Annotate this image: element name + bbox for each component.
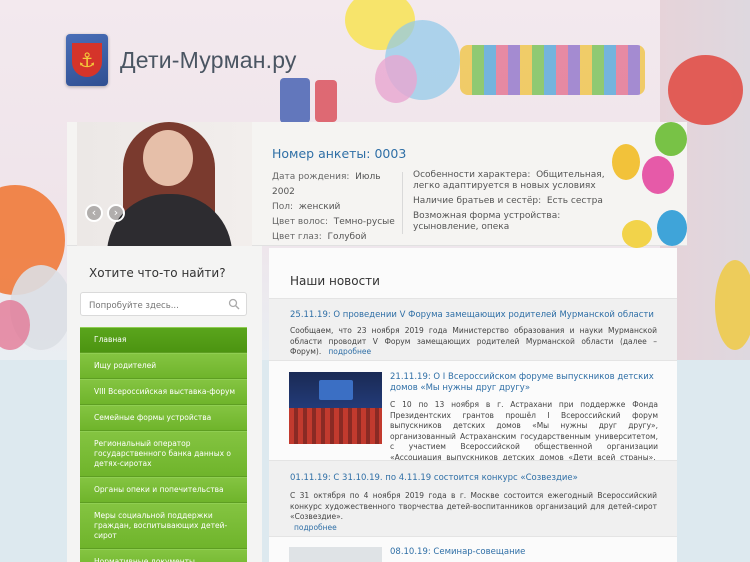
news-thumbnail[interactable] [289,372,382,444]
menu-item-looking-for-parents[interactable]: Ищу родителей [80,353,247,379]
profile-field: Цвет глаз: Голубой [272,232,367,242]
news-item: 25.11.19: О проведении V Форума замещающ… [269,298,677,360]
profile-number-title[interactable]: Номер анкеты: 0003 [272,146,406,161]
balloon-decoration [655,122,687,156]
main-menu: Главная Ищу родителей VIII Всероссийская… [80,327,247,562]
search-title: Хотите что-то найти? [89,266,226,280]
menu-item-main[interactable]: Главная [80,327,247,353]
profile-field: Наличие братьев и сестёр: Есть сестра [413,196,603,206]
chevron-left-icon[interactable]: ‹ [85,204,103,222]
news-link[interactable]: 25.11.19: О проведении V Форума замещающ… [290,310,657,321]
site-title[interactable]: Дети-Мурман.ру [120,47,297,74]
balloon-decoration [375,55,417,103]
profile-field: Дата рождения: Июль 2002 [272,172,381,197]
news-link[interactable]: 01.11.19: С 31.10.19. по 4.11.19 состоит… [290,473,657,484]
news-item: 01.11.19: С 31.10.19. по 4.11.19 состоит… [269,460,677,536]
balloon-decoration [642,156,674,194]
toy-decoration [315,80,337,122]
menu-item-regulations[interactable]: Нормативные документы [80,549,247,562]
news-thumbnail[interactable] [289,547,382,562]
search-icon[interactable] [228,298,240,310]
more-link[interactable]: подробнее [290,523,337,532]
profile-field: Особенности характера: Общительная, легк… [413,170,605,191]
news-section: Наши новости 25.11.19: О проведении V Фо… [269,248,677,562]
more-link[interactable]: подробнее [328,347,371,356]
chevron-right-icon[interactable]: › [107,204,125,222]
news-item: 21.11.19: О I Всероссийском форуме выпус… [269,360,677,472]
profile-field: Цвет волос: Темно-русые [272,217,395,227]
balloon-decoration [612,144,640,180]
balloon-decoration [715,260,750,350]
balloon-decoration [668,55,743,125]
search-box [80,292,247,317]
menu-item-guardianship-bodies[interactable]: Органы опеки и попечительства [80,477,247,503]
profile-field: Пол: женский [272,202,341,212]
news-link[interactable]: 08.10.19: Семинар-совещание [390,547,658,558]
news-link[interactable]: 21.11.19: О I Всероссийском форуме выпус… [390,372,658,394]
toy-decoration [460,45,645,95]
column-divider [402,172,403,234]
news-item: 08.10.19: Семинар-совещание [269,536,677,562]
menu-item-social-support[interactable]: Меры социальной поддержки граждан, воспи… [80,503,247,549]
menu-item-exhibition-forum[interactable]: VIII Всероссийская выставка-форум [80,379,247,405]
news-text: С 31 октября по 4 ноября 2019 года в г. … [290,491,657,532]
profile-field: Возможная форма устройства: усыновление,… [413,211,561,232]
coat-of-arms-icon: ⚓ [66,34,108,86]
site-logo[interactable]: ⚓ Дети-Мурман.ру [66,34,297,86]
profile-details-right: Особенности характера: Общительная, легк… [413,170,613,237]
balloon-decoration [622,220,652,248]
news-title: Наши новости [290,274,380,288]
menu-item-family-forms[interactable]: Семейные формы устройства [80,405,247,431]
balloon-decoration [657,210,687,246]
profile-details-left: Дата рождения: Июль 2002 Пол: женский Цв… [272,170,402,245]
news-text: Сообщаем, что 23 ноября 2019 года Минист… [290,326,657,356]
menu-item-regional-operator[interactable]: Региональный оператор государственного б… [80,431,247,477]
profile-banner: ‹ › Номер анкеты: 0003 Дата рождения: Ию… [67,122,687,248]
child-photo [77,122,252,246]
search-input[interactable] [81,295,221,317]
sidebar: Хотите что-то найти? Главная Ищу родител… [67,246,262,562]
